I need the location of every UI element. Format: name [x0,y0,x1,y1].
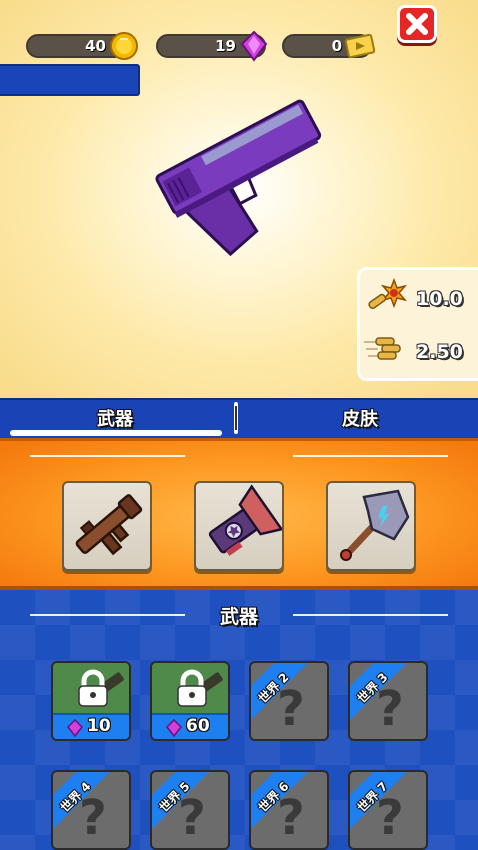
weapon-card-world-locked[interactable]: 世界 3 ? [348,661,428,741]
coin-counter: 40 [26,32,138,60]
weapon-card-world-locked[interactable]: 世界 7 ? [348,770,428,850]
weapon-card-world-locked[interactable]: 世界 5 ? [150,770,230,850]
price-value: 60 [186,716,210,736]
equipped-slot-3[interactable] [326,481,416,571]
ticket-count: 0 [331,37,342,55]
equipped-slot-2[interactable] [194,481,284,571]
question-mark-icon: ? [376,790,404,846]
equipped-weapons-panel [0,438,478,590]
lock-icon [78,669,108,707]
gem-icon [240,30,268,62]
tab-weapons[interactable]: 武器 [97,405,133,431]
fire-rate-icon [364,337,401,360]
ticket-counter: 0 [282,33,376,59]
tab-divider [234,402,238,434]
divider-line [30,455,185,457]
hammer-icon [340,489,410,561]
weapon-stats-panel: 10.0 2.50 [357,267,478,381]
active-tab-indicator [10,430,222,436]
coin-icon [110,32,138,60]
damage-icon [368,277,408,310]
gem-icon [67,719,83,737]
question-mark-icon: ? [277,681,305,737]
gem-count: 19 [215,37,236,55]
tab-skins[interactable]: 皮肤 [342,405,378,431]
price-tag: 10 [53,713,129,739]
divider-line [293,614,448,616]
weapon-card-world-locked[interactable]: 世界 6 ? [249,770,329,850]
ticket-icon [344,33,376,59]
category-tabbar: 武器 皮肤 [0,398,478,438]
weapon-card-world-locked[interactable]: 世界 2 ? [249,661,329,741]
weapon-card-locked[interactable]: 10 [51,661,131,741]
price-tag: 60 [152,713,228,739]
question-mark-icon: ? [79,790,107,846]
star-cannon-icon [208,484,282,556]
gem-icon [166,719,182,737]
rocket-launcher-icon [75,494,143,556]
divider-line [293,455,448,457]
weapon-card-locked[interactable]: 60 [150,661,230,741]
close-icon [406,13,428,35]
desert-eagle-pistol-icon [155,99,322,257]
damage-value: 10.0 [416,288,463,310]
price-value: 10 [87,716,111,736]
weapons-collection: 武器 10 60 世界 2 ? 世界 3 ? 世界 4 ? 世界 5 ? 世界 … [0,590,478,850]
equipped-slot-1[interactable] [62,481,152,571]
fire-rate-value: 2.50 [416,341,463,363]
coin-count: 40 [85,37,106,55]
gem-counter: 19 [156,30,268,62]
question-mark-icon: ? [376,681,404,737]
weapon-card-world-locked[interactable]: 世界 4 ? [51,770,131,850]
lock-icon [177,669,207,707]
question-mark-icon: ? [277,790,305,846]
weapon-name-banner [0,64,140,96]
question-mark-icon: ? [178,790,206,846]
weapon-preview: 40 19 0 10.0 2.50 [0,0,478,398]
close-button[interactable] [397,5,437,43]
